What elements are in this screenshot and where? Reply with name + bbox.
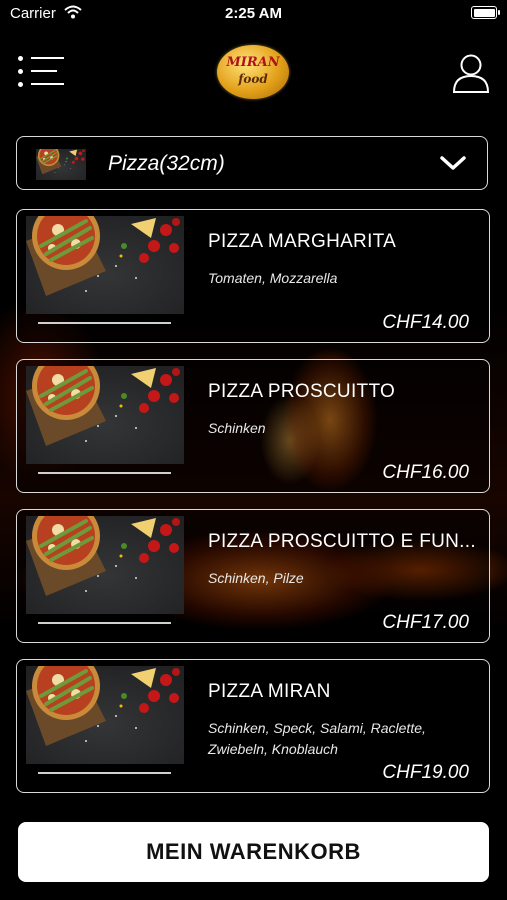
menu-dot <box>18 82 23 87</box>
category-select[interactable]: Pizza(32cm) <box>16 136 488 190</box>
product-card[interactable]: PIZZA MARGHARITA Tomaten, Mozzarella CHF… <box>16 209 490 343</box>
menu-line <box>31 83 64 85</box>
status-bar: Carrier 2:25 AM <box>0 0 507 28</box>
product-description: Schinken, Pilze <box>208 570 304 586</box>
basket-button[interactable]: MEIN WARENKORB <box>18 822 489 882</box>
product-name: PIZZA MIRAN <box>208 681 331 702</box>
battery-icon <box>471 6 500 19</box>
product-image <box>26 666 184 764</box>
image-underline <box>38 322 171 324</box>
menu-icon[interactable] <box>18 56 64 88</box>
logo-text-miran: MIRAN <box>226 55 280 70</box>
image-underline <box>38 772 171 774</box>
product-price: CHF19.00 <box>382 762 469 783</box>
status-time: 2:25 AM <box>225 5 282 22</box>
product-image <box>26 516 184 614</box>
product-name: PIZZA PROSCUITTO <box>208 381 396 402</box>
product-card[interactable]: PIZZA PROSCUITTO E FUN... Schinken, Pilz… <box>16 509 490 643</box>
user-icon[interactable] <box>452 52 490 94</box>
product-image <box>26 366 184 464</box>
product-image <box>26 216 184 314</box>
product-price: CHF16.00 <box>382 462 469 483</box>
menu-dot <box>18 56 23 61</box>
brand-logo[interactable]: MIRAN food <box>217 45 289 99</box>
chevron-down-icon[interactable] <box>439 153 467 173</box>
logo-text-food: food <box>238 72 268 86</box>
image-underline <box>38 622 171 624</box>
image-underline <box>38 472 171 474</box>
product-price: CHF17.00 <box>382 612 469 633</box>
product-description: Schinken <box>208 420 266 436</box>
product-name: PIZZA MARGHARITA <box>208 231 397 252</box>
category-thumbnail <box>36 149 86 180</box>
product-price: CHF14.00 <box>382 312 469 333</box>
menu-line <box>31 57 64 59</box>
product-description: Tomaten, Mozzarella <box>208 270 338 286</box>
menu-line <box>31 70 57 72</box>
product-card[interactable]: PIZZA PROSCUITTO Schinken CHF16.00 <box>16 359 490 493</box>
product-name: PIZZA PROSCUITTO E FUN... <box>208 531 476 552</box>
category-selected-label: Pizza(32cm) <box>108 152 225 175</box>
product-description: Schinken, Speck, Salami, Raclette, Zwieb… <box>208 720 426 757</box>
menu-dot <box>18 69 23 74</box>
product-card[interactable]: PIZZA MIRAN Schinken, Speck, Salami, Rac… <box>16 659 490 793</box>
